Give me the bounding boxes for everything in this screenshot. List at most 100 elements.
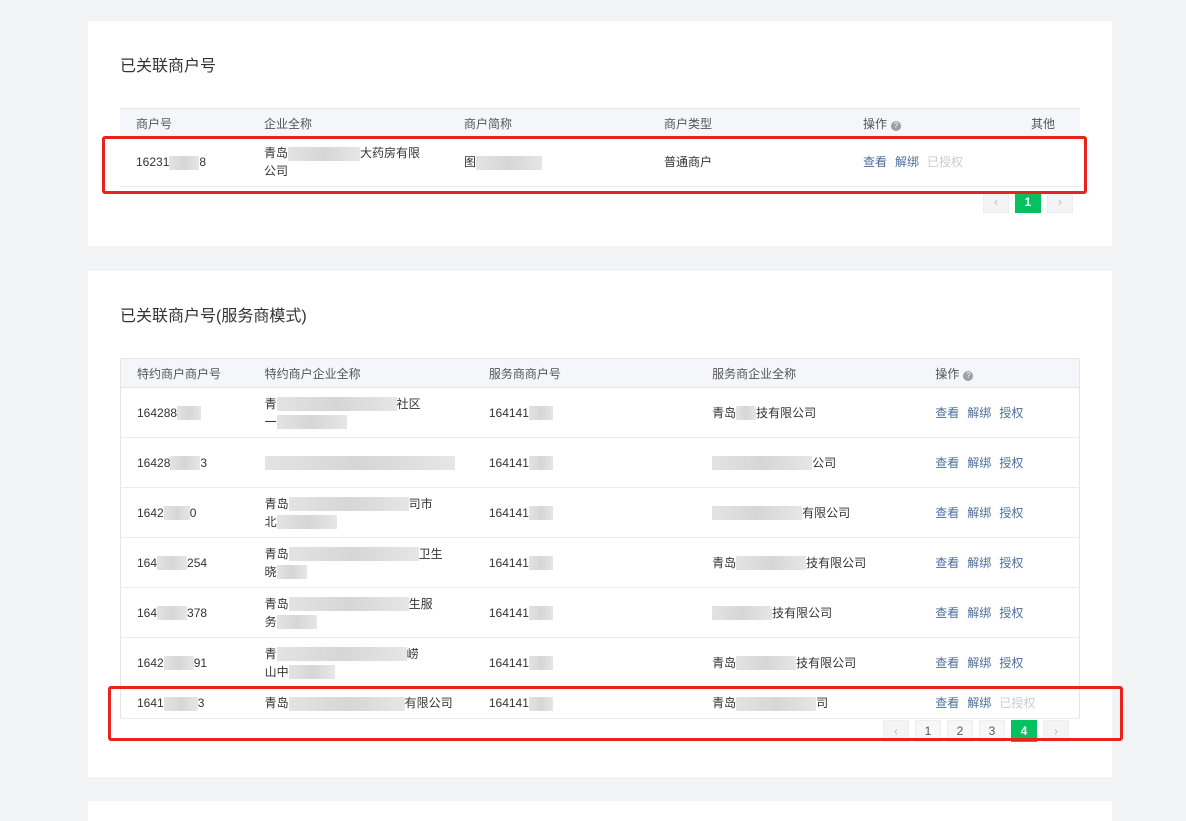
unbind-link[interactable]: 解绑 <box>967 696 991 710</box>
unbind-link[interactable]: 解绑 <box>895 155 919 169</box>
sub-merchant-id-cell: 1641 3 <box>120 687 249 719</box>
page-4-button[interactable]: 4 <box>1011 720 1037 742</box>
section-title: 已关联商户号 <box>120 58 217 75</box>
view-link[interactable]: 查看 <box>935 556 959 570</box>
service-merchant-id-cell: 164141 <box>472 537 697 588</box>
page-1-button[interactable]: 1 <box>1015 191 1041 213</box>
col-service-merchant-name: 服务商企业全称 <box>696 358 920 388</box>
service-merchant-name-cell: 青岛 技有限公司 <box>696 387 920 438</box>
table-row: 164288 青社区一 164141 青岛 技有限公司 查看 解绑 授权 <box>120 387 1080 438</box>
merchant-type-cell: 普通商户 <box>648 137 847 187</box>
sub-merchant-name-cell <box>248 437 473 488</box>
help-icon[interactable]: ? <box>891 120 902 131</box>
authorize-link[interactable]: 授权 <box>999 406 1023 420</box>
unbind-link[interactable]: 解绑 <box>967 406 991 420</box>
table-row: 164 254 青岛 卫生晓 164141 青岛 技有限公司 查看 解绑 授权 <box>120 537 1080 588</box>
pagination: ‹ 1 2 3 4 › <box>883 720 1069 742</box>
next-page-button[interactable]: › <box>1047 191 1073 213</box>
col-company-name: 企业全称 <box>248 108 448 138</box>
col-merchant-id: 商户号 <box>120 108 248 138</box>
page-2-button[interactable]: 2 <box>947 720 973 742</box>
authorize-link[interactable]: 授权 <box>999 556 1023 570</box>
operations-cell: 查看 解绑 已授权 <box>847 137 1007 187</box>
unbind-link[interactable]: 解绑 <box>967 506 991 520</box>
sub-merchant-name-cell: 青岛 司市北 <box>248 487 473 538</box>
service-merchant-name-cell: 青岛 技有限公司 <box>696 637 920 688</box>
col-sub-merchant-id: 特约商户商户号 <box>120 358 249 388</box>
authorize-link[interactable]: 授权 <box>999 606 1023 620</box>
col-operations: 操作? <box>919 358 1080 388</box>
authorized-label: 已授权 <box>999 696 1036 710</box>
operations-cell: 查看 解绑 授权 <box>919 637 1080 688</box>
service-merchant-name-cell: 青岛 技有限公司 <box>696 537 920 588</box>
service-merchant-name-cell: 技有限公司 <box>696 587 920 638</box>
table-row: 1642 0 青岛 司市北 164141 有限公司 查看 解绑 授权 <box>120 487 1080 538</box>
table-row: 16428 3 164141 公司 查看 解绑 授权 <box>120 437 1080 488</box>
sub-merchant-name-cell: 青崂山中 <box>248 637 473 688</box>
service-merchant-name-cell: 公司 <box>696 437 920 488</box>
sub-merchant-id-cell: 164288 <box>120 387 249 438</box>
sub-merchant-id-cell: 164 254 <box>120 537 249 588</box>
other-cell <box>1007 137 1080 187</box>
service-merchant-name-cell: 青岛司 <box>696 687 920 719</box>
sub-merchant-id-cell: 1642 91 <box>120 637 249 688</box>
sub-merchant-name-cell: 青社区一 <box>248 387 473 438</box>
view-link[interactable]: 查看 <box>935 456 959 470</box>
authorized-label: 已授权 <box>927 155 964 169</box>
col-operations: 操作? <box>847 108 1007 138</box>
sub-merchant-name-cell: 青岛 有限公司 <box>248 687 473 719</box>
col-short-name: 商户简称 <box>448 108 648 138</box>
page-3-button[interactable]: 3 <box>979 720 1005 742</box>
authorize-link[interactable]: 授权 <box>999 506 1023 520</box>
table-row: 16231 8 青岛 大药房有限 公司 图 普通商户 查看 解绑 已授权 <box>120 137 1080 187</box>
unbind-link[interactable]: 解绑 <box>967 656 991 670</box>
next-page-button[interactable]: › <box>1043 720 1069 742</box>
col-sub-merchant-name: 特约商户企业全称 <box>248 358 473 388</box>
col-service-merchant-id: 服务商商户号 <box>472 358 697 388</box>
view-link[interactable]: 查看 <box>863 155 887 169</box>
service-merchant-id-cell: 164141 <box>472 387 697 438</box>
company-name-cell: 青岛 大药房有限 公司 <box>248 137 448 187</box>
service-merchant-id-cell: 164141 <box>472 637 697 688</box>
sub-merchant-id-cell: 164 378 <box>120 587 249 638</box>
sub-merchant-id-cell: 16428 3 <box>120 437 249 488</box>
pagination: ‹ 1 › <box>983 191 1073 213</box>
linked-merchants-card: 已关联商户号 商户号 企业全称 商户简称 商户类型 操作? 其他 16231 8 … <box>88 21 1112 246</box>
service-merchant-id-cell: 164141 <box>472 437 697 488</box>
col-other: 其他 <box>1007 108 1080 138</box>
view-link[interactable]: 查看 <box>935 406 959 420</box>
authorize-link[interactable]: 授权 <box>999 656 1023 670</box>
operations-cell: 查看 解绑 授权 <box>919 487 1080 538</box>
sub-merchant-id-cell: 1642 0 <box>120 487 249 538</box>
page-1-button[interactable]: 1 <box>915 720 941 742</box>
unbind-link[interactable]: 解绑 <box>967 606 991 620</box>
view-link[interactable]: 查看 <box>935 606 959 620</box>
operations-cell: 查看 解绑 授权 <box>919 437 1080 488</box>
sub-merchant-name-cell: 青岛 卫生晓 <box>248 537 473 588</box>
view-link[interactable]: 查看 <box>935 656 959 670</box>
short-name-cell: 图 <box>448 137 648 187</box>
service-merchant-id-cell: 164141 <box>472 487 697 538</box>
authorize-link[interactable]: 授权 <box>999 456 1023 470</box>
merchant-table: 商户号 企业全称 商户简称 商户类型 操作? 其他 16231 8 青岛 大药房有限… <box>120 108 1080 187</box>
linked-merchants-service-card: 已关联商户号(服务商模式) 特约商户商户号 特约商户企业全称 服务商商户号 服务… <box>88 271 1112 777</box>
table-row: 1642 91 青崂山中 164141 青岛 技有限公司 查看 解绑 授权 <box>120 637 1080 688</box>
operations-cell: 查看 解绑 授权 <box>919 537 1080 588</box>
unbind-link[interactable]: 解绑 <box>967 556 991 570</box>
service-merchant-id-cell: 164141 <box>472 587 697 638</box>
operations-cell: 查看 解绑 已授权 <box>919 687 1080 719</box>
help-icon[interactable]: ? <box>963 370 974 381</box>
col-merchant-type: 商户类型 <box>648 108 847 138</box>
section-title: 已关联商户号(服务商模式) <box>120 308 307 325</box>
prev-page-button[interactable]: ‹ <box>883 720 909 742</box>
operations-cell: 查看 解绑 授权 <box>919 587 1080 638</box>
service-merchant-id-cell: 164141 <box>472 687 697 719</box>
service-merchant-table: 特约商户商户号 特约商户企业全称 服务商商户号 服务商企业全称 操作? 1642… <box>120 358 1080 719</box>
prev-page-button[interactable]: ‹ <box>983 191 1009 213</box>
merchant-id-cell: 16231 8 <box>120 137 248 187</box>
view-link[interactable]: 查看 <box>935 506 959 520</box>
view-link[interactable]: 查看 <box>935 696 959 710</box>
next-card <box>88 801 1112 821</box>
service-merchant-name-cell: 有限公司 <box>696 487 920 538</box>
unbind-link[interactable]: 解绑 <box>967 456 991 470</box>
